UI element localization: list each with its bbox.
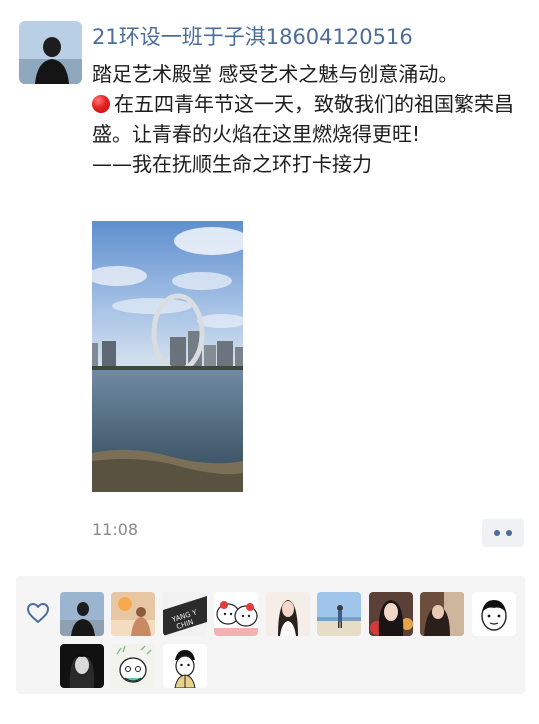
post-text-line-1: 踏足艺术殿堂 感受艺术之魅与创意涌动。 <box>92 62 459 86</box>
liker-avatar-12[interactable] <box>163 644 207 688</box>
dot-icon <box>494 530 500 536</box>
liker-avatar-4[interactable] <box>214 592 258 636</box>
liker-avatar-10[interactable] <box>60 644 104 688</box>
more-actions-button[interactable] <box>482 519 524 547</box>
liker-avatar-3[interactable]: YANG Y CHIN <box>163 592 207 636</box>
author-name[interactable]: 21环设一班于子淇18604120516 <box>92 22 413 52</box>
post-text-line-3: ——我在抚顺生命之环打卡接力 <box>92 152 372 176</box>
post-photo[interactable] <box>92 221 243 492</box>
post-text-line-2: 在五四青年节这一天，致敬我们的祖国繁荣昌盛。让青春的火焰在这里燃烧得更旺! <box>92 89 532 149</box>
red-circle-icon <box>92 95 110 113</box>
post-time: 11:08 <box>92 520 139 539</box>
liker-avatar-9[interactable] <box>472 592 516 636</box>
heart-icon <box>27 603 49 623</box>
post-text-line-2-text: 在五四青年节这一天，致敬我们的祖国繁荣昌盛。让青春的火焰在这里燃烧得更旺! <box>92 92 514 146</box>
liker-avatar-11[interactable] <box>111 644 155 688</box>
liker-avatar-8[interactable] <box>420 592 464 636</box>
likes-panel: YANG Y CHIN <box>16 576 525 694</box>
liker-avatar-7[interactable] <box>369 592 413 636</box>
post-content: 踏足艺术殿堂 感受艺术之魅与创意涌动。 在五四青年节这一天，致敬我们的祖国繁荣昌… <box>92 59 532 179</box>
liker-avatar-6[interactable] <box>317 592 361 636</box>
dot-icon <box>506 530 512 536</box>
liker-avatar-1[interactable] <box>60 592 104 636</box>
liker-avatar-2[interactable] <box>111 592 155 636</box>
liker-avatar-5[interactable] <box>266 592 310 636</box>
author-avatar[interactable] <box>19 21 82 84</box>
